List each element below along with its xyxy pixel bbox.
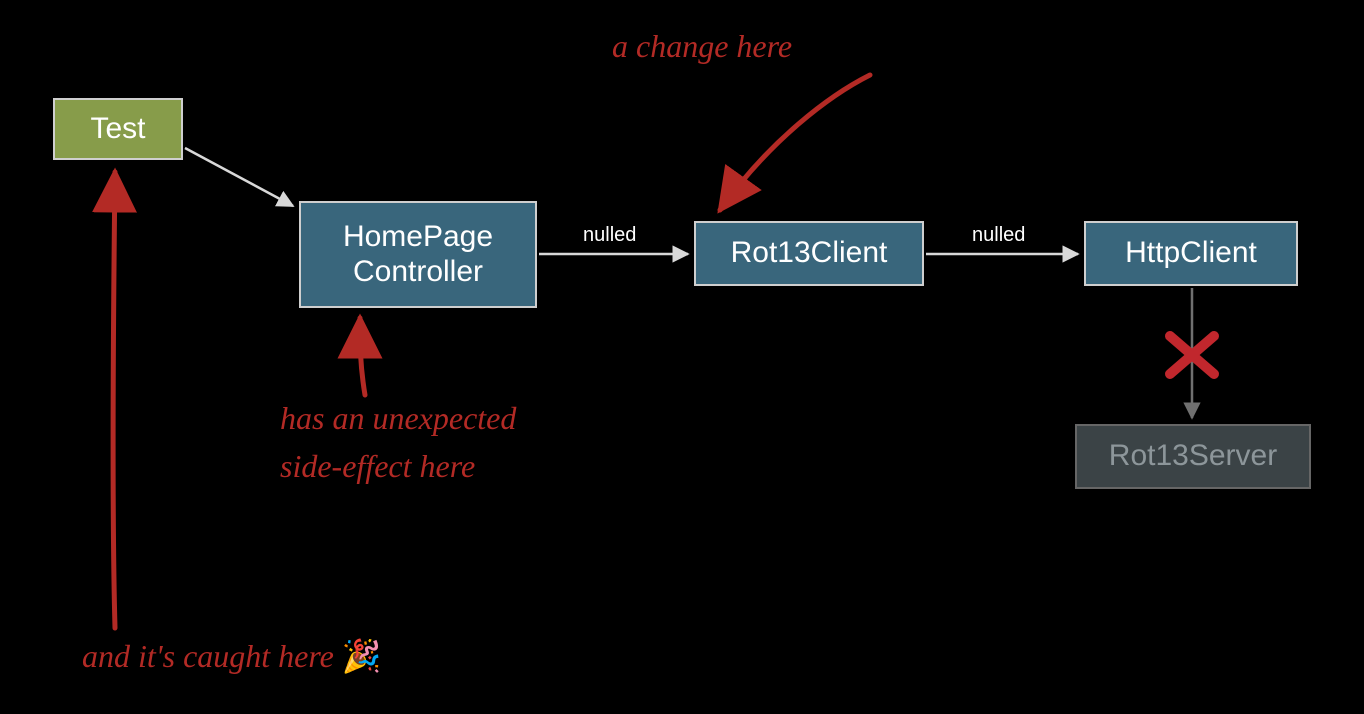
box-rot13server: Rot13Server <box>1075 424 1311 489</box>
annot-change-here: a change here <box>612 26 792 66</box>
cross-icon <box>1170 336 1214 374</box>
arrows-overlay <box>0 0 1364 714</box>
box-test-label: Test <box>90 112 145 147</box>
box-rot13client-label: Rot13Client <box>731 236 888 271</box>
annot-arrow-side-effect <box>360 318 365 395</box>
annot-side-effect-l1: has an unexpected <box>280 398 516 438</box>
box-controller-line1: HomePage <box>343 220 493 255</box>
box-httpclient: HttpClient <box>1084 221 1298 286</box>
edge-label-nulled-2: nulled <box>972 224 1025 247</box>
arrow-test-to-controller <box>185 148 293 206</box>
annot-caught-here: and it's caught here 🎉 <box>82 636 382 676</box>
diagram-canvas: Test HomePage Controller Rot13Client Htt… <box>0 0 1364 714</box>
edge-label-nulled-1: nulled <box>583 224 636 247</box>
box-homepage-controller: HomePage Controller <box>299 201 537 308</box>
box-rot13server-label: Rot13Server <box>1109 439 1277 474</box>
annot-arrow-change <box>720 75 870 210</box>
annot-side-effect-l2: side-effect here <box>280 446 475 486</box>
box-controller-line2: Controller <box>353 255 483 290</box>
box-rot13client: Rot13Client <box>694 221 924 286</box>
party-popper-icon: 🎉 <box>342 638 382 674</box>
annot-arrow-caught <box>113 172 115 628</box>
box-test: Test <box>53 98 183 160</box>
box-httpclient-label: HttpClient <box>1125 236 1257 271</box>
